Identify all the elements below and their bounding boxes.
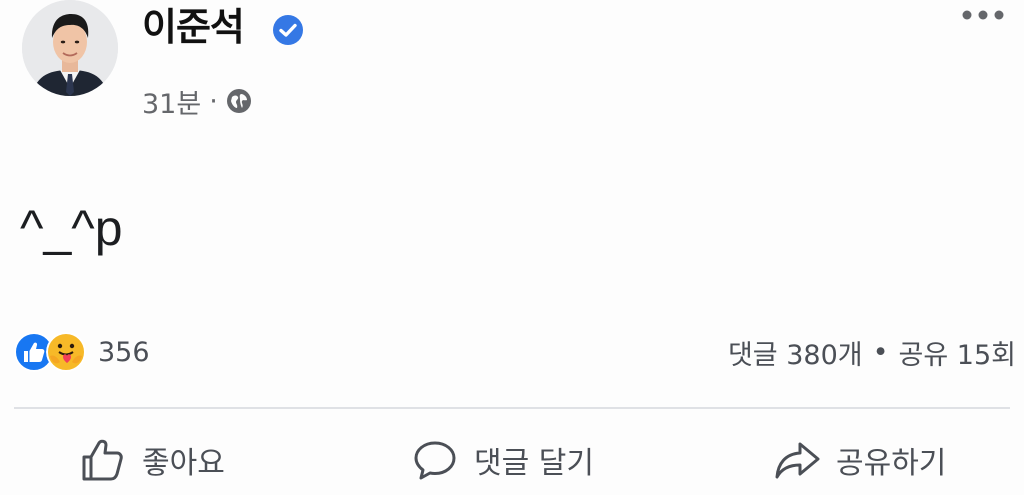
like-button-label: 좋아요 <box>142 446 225 481</box>
post-meta: 31분 · <box>142 82 252 120</box>
globe-icon <box>226 89 251 113</box>
meta-separator: · <box>209 85 218 117</box>
post-text: ^_^p <box>20 200 123 256</box>
share-button-label: 공유하기 <box>836 446 947 481</box>
author-name[interactable]: 이준석 <box>142 4 245 50</box>
more-horizontal-icon[interactable] <box>960 4 1006 26</box>
share-count[interactable]: 공유 15회 <box>899 333 1016 372</box>
engagement-counts: 댓글 380개 • 공유 15회 <box>728 330 1016 374</box>
post-timestamp[interactable]: 31분 <box>142 82 201 121</box>
avatar-photo <box>22 0 118 96</box>
facebook-post: 이준석 31분 · ^_^p 356 댓글 380개 • 공유 15회 좋아요 … <box>0 0 1024 495</box>
reaction-count: 356 <box>98 336 150 368</box>
comment-button-label: 댓글 달기 <box>474 446 594 481</box>
like-button[interactable]: 좋아요 <box>78 425 225 495</box>
divider <box>14 407 1010 409</box>
reactions-summary[interactable]: 356 <box>14 330 150 374</box>
share-button[interactable]: 공유하기 <box>772 425 946 495</box>
comment-count[interactable]: 댓글 380개 <box>728 333 863 372</box>
comment-button[interactable]: 댓글 달기 <box>410 425 594 495</box>
care-icon <box>46 332 86 372</box>
action-bar: 좋아요 댓글 달기 공유하기 <box>0 425 1024 495</box>
share-arrow-icon <box>775 442 820 479</box>
thumbs-up-icon <box>82 439 123 481</box>
verified-badge-icon <box>273 15 303 45</box>
author-avatar[interactable] <box>22 0 118 96</box>
counts-separator: • <box>872 336 889 368</box>
comment-bubble-icon <box>414 441 456 480</box>
